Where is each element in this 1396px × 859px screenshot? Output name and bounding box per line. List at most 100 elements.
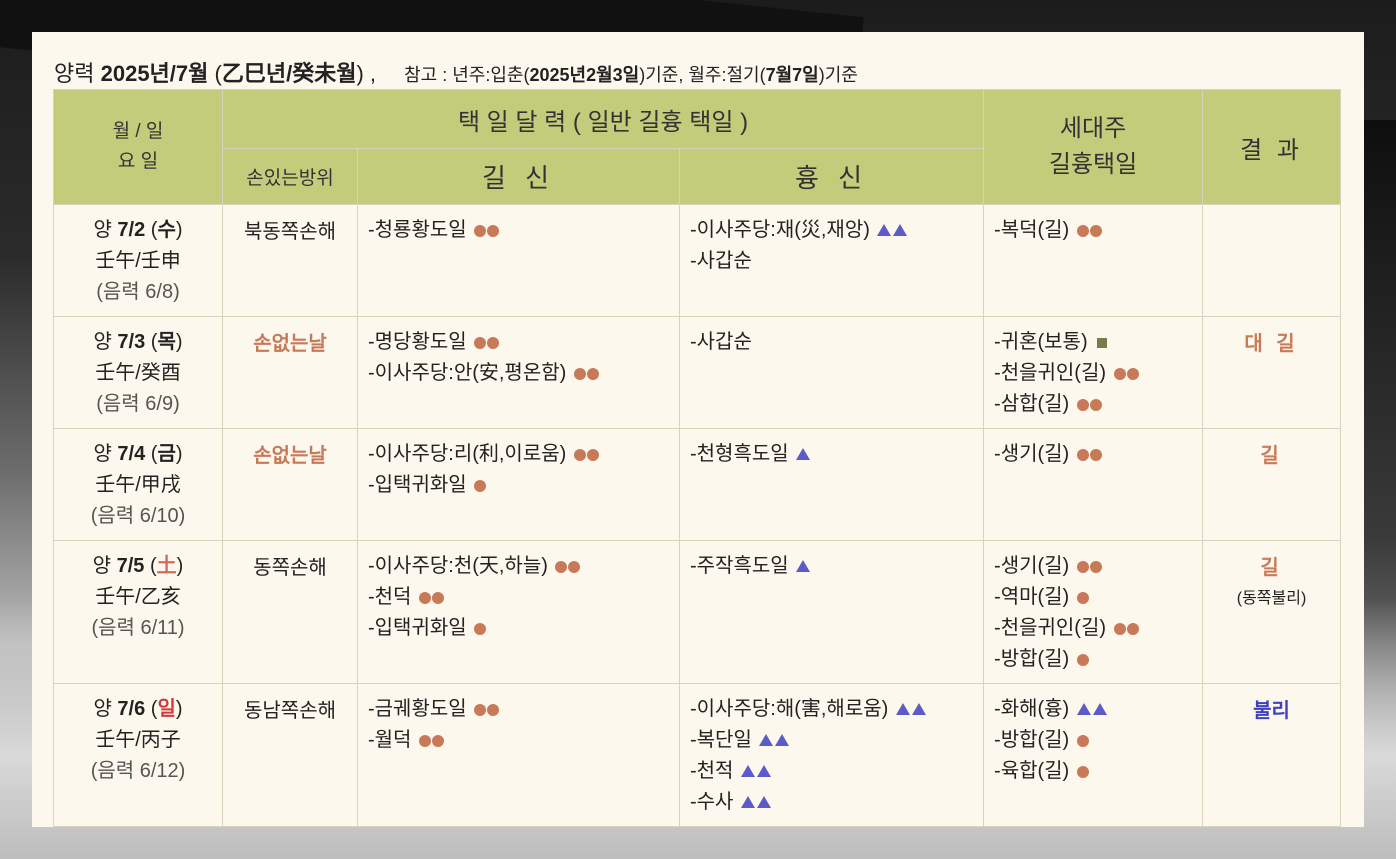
list-item: -방합(길): [994, 644, 1192, 675]
item-text: -육합(길): [994, 760, 1070, 782]
weekday-close: ): [175, 219, 183, 241]
item-text: -방합(길): [994, 729, 1070, 751]
ganji-day: 壬午/甲戌: [95, 474, 181, 496]
column-header-householder-line2: 길흉택일: [1048, 151, 1138, 178]
direction-cell: 손없는날: [222, 428, 358, 541]
good-dot-icon: [1126, 623, 1139, 635]
good-dot-icon: [1076, 592, 1089, 604]
hyung-cell: -이사주당:해(害,해로움) -복단일 -천적 -수사: [678, 683, 985, 827]
good-dot-icon: [1076, 735, 1089, 747]
weekday-close: ): [175, 698, 183, 720]
good-dot-icon: [1076, 561, 1089, 573]
result-note: (동쪽불리): [1236, 590, 1307, 607]
bad-triangle-icon: [1092, 703, 1107, 715]
date-cell: 양 7/2 (수) 壬午/壬申 (음력 6/8): [53, 204, 223, 317]
list-item: -복덕(길): [994, 215, 1192, 246]
item-text: -명당황도일: [368, 331, 467, 353]
good-dot-icon: [1126, 368, 1139, 380]
householder-cell: -귀혼(보통) -천을귀인(길) -삼합(길): [983, 316, 1204, 429]
solar-month-day: 7/5: [116, 555, 145, 577]
taegil-calendar-table: 월 / 일 요 일 택 일 달 력 ( 일반 길흉 택일 ) 세대주 길흉택일 …: [53, 89, 1342, 827]
solar-date: 양 7/4 (금): [64, 439, 212, 470]
result-label: 길: [1260, 445, 1283, 467]
list-item: -방합(길): [994, 725, 1192, 756]
list-item: -주작흑도일: [690, 551, 973, 582]
column-header-householder: 세대주 길흉택일: [983, 89, 1204, 205]
item-text: -복덕(길): [994, 219, 1070, 241]
weekday-close: ): [175, 331, 183, 353]
table-row: 양 7/5 (土) 壬午/乙亥 (음력 6/11) 동쪽손해 -이사주당:천(天,하늘)…: [53, 540, 1342, 684]
list-item: -천덕: [368, 582, 669, 613]
item-text: -복단일: [690, 729, 752, 751]
result-cell: 길 (동쪽불리): [1202, 540, 1342, 684]
reference-date-year: 2025년2월3일: [529, 65, 640, 85]
column-header-householder-line1: 세대주: [1059, 115, 1127, 142]
header-reference: 참고 : 년주:입춘(2025년2월3일)기준, 월주:절기(7월7일)기준: [404, 65, 858, 85]
weekday-open: (: [145, 219, 158, 241]
reference-date-month: 7월7일: [765, 65, 819, 85]
good-dot-icon: [474, 225, 487, 237]
good-dot-icon: [474, 480, 487, 492]
good-dot-icon: [1076, 399, 1089, 411]
reference-end: )기준: [818, 65, 858, 85]
solar-date: 양 7/2 (수): [64, 215, 212, 246]
item-text: -이사주당:해(害,해로움): [690, 698, 889, 720]
item-text: -천형흑도일: [690, 443, 789, 465]
good-dot-icon: [1113, 623, 1126, 635]
weekday: 목: [157, 331, 176, 353]
column-header-date-line2: 요 일: [117, 151, 159, 172]
bad-triangle-icon: [893, 224, 908, 236]
list-item: -이사주당:안(安,평온함): [368, 358, 669, 389]
bad-triangle-icon: [741, 796, 756, 808]
list-item: -월덕: [368, 725, 669, 756]
weekday-open: (: [144, 555, 157, 577]
item-text: -천을귀인(길): [994, 362, 1107, 384]
weekday: 土: [156, 555, 177, 577]
solar-month-day: 7/4: [117, 443, 146, 465]
list-item: -이사주당:재(災,재앙): [690, 215, 973, 246]
column-header-date-line1: 월 / 일: [112, 121, 164, 142]
item-text: -역마(길): [994, 586, 1070, 608]
calendar-rows: 양 7/2 (수) 壬午/壬申 (음력 6/8) 북동쪽손해 -청룡황도일 -이사주당:…: [53, 204, 1342, 827]
date-cell: 양 7/6 (일) 壬午/丙子 (음력 6/12): [53, 683, 223, 827]
ganji-day: 壬午/癸酉: [95, 362, 181, 384]
item-text: -이사주당:천(天,하늘): [368, 555, 548, 577]
solar-date: 양 7/5 (土): [64, 551, 212, 582]
result-cell: 대 길: [1202, 316, 1342, 429]
reference-label: 참고 : 년주:입춘(: [404, 65, 530, 85]
list-item: -천적: [690, 756, 973, 787]
weekday-open: (: [145, 443, 158, 465]
date-cell: 양 7/4 (금) 壬午/甲戌 (음력 6/10): [53, 428, 223, 541]
header-solar-prefix: 양력: [54, 61, 95, 86]
item-text: -이사주당:리(利,이로움): [368, 443, 567, 465]
result-label: 대 길: [1244, 333, 1299, 355]
householder-cell: -화해(흉) -방합(길) -육합(길): [983, 683, 1204, 827]
solar-prefix: 양: [92, 555, 117, 577]
list-item: -명당황도일: [368, 327, 669, 358]
item-text: -생기(길): [994, 555, 1070, 577]
lunar-date: (음력 6/11): [91, 617, 185, 639]
weekday-close: ): [175, 443, 183, 465]
good-dot-icon: [474, 704, 487, 716]
item-text: -천을귀인(길): [994, 617, 1107, 639]
solar-date: 양 7/6 (일): [64, 694, 212, 725]
table-row: 양 7/3 (목) 壬午/癸酉 (음력 6/9) 손없는날 -명당황도일 -이사주당:안…: [53, 316, 1342, 429]
item-text: -사갑순: [690, 331, 752, 353]
solar-month-day: 7/6: [117, 698, 146, 720]
item-text: -주작흑도일: [690, 555, 789, 577]
item-text: -천적: [690, 760, 734, 782]
list-item: -역마(길): [994, 582, 1192, 613]
good-dot-icon: [432, 592, 445, 604]
direction-cell: 동쪽손해: [222, 540, 358, 684]
good-dot-icon: [1076, 766, 1089, 778]
table-row: 양 7/2 (수) 壬午/壬申 (음력 6/8) 북동쪽손해 -청룡황도일 -이사주당:…: [53, 204, 1342, 317]
header-ganji-open: (: [214, 61, 222, 86]
good-dot-icon: [487, 225, 500, 237]
direction-cell: 북동쪽손해: [222, 204, 358, 317]
good-dot-icon: [1113, 368, 1126, 380]
hyung-cell: -사갑순: [678, 316, 985, 429]
list-item: -금궤황도일: [368, 694, 669, 725]
good-dot-icon: [555, 561, 568, 573]
lunar-date: (음력 6/10): [90, 505, 186, 527]
bad-triangle-icon: [877, 224, 892, 236]
